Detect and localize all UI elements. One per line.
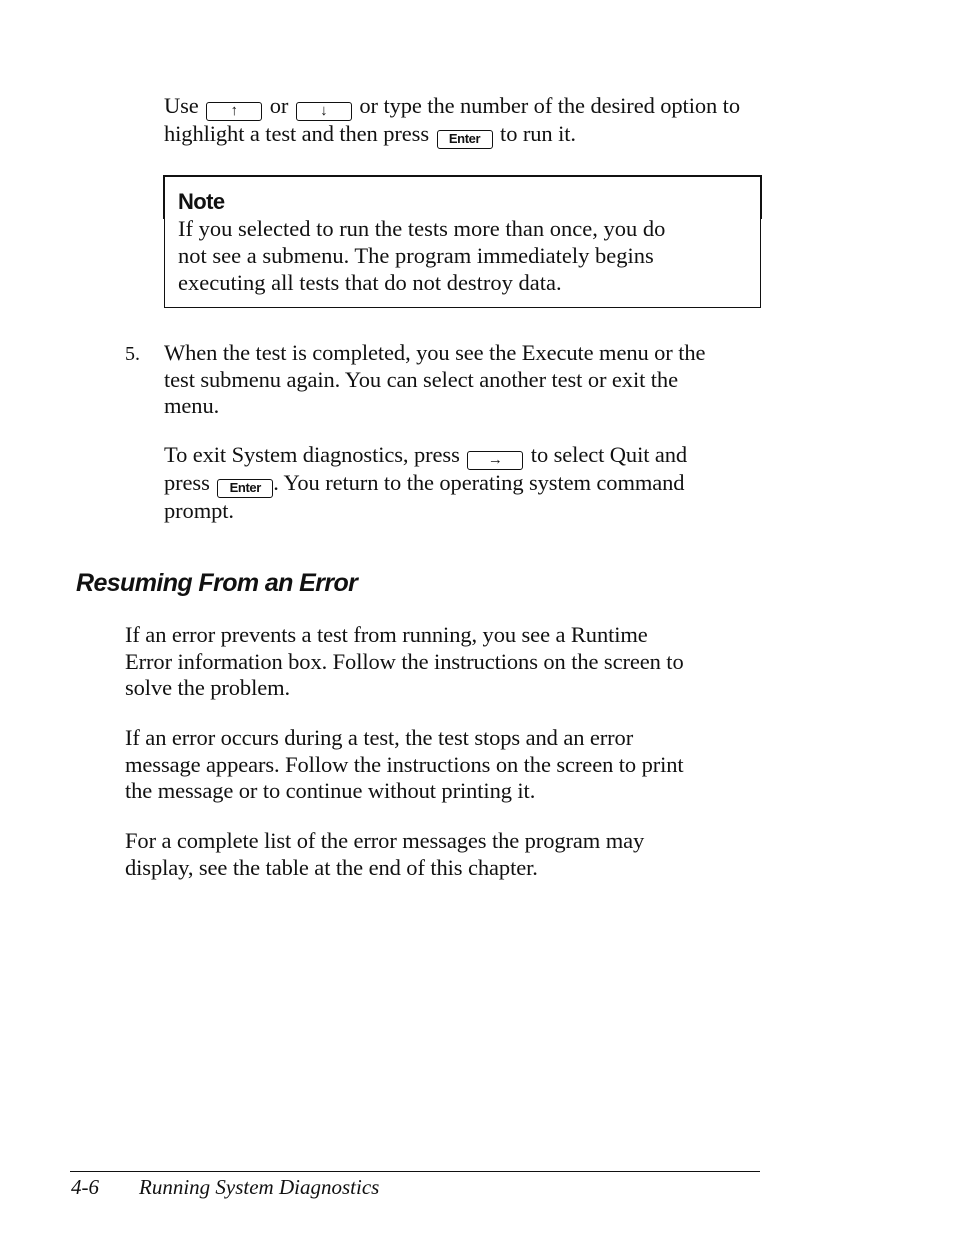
intro-paragraph: Use ↑ or ↓ or type the number of the des…: [164, 93, 740, 149]
note-box: Note If you selected to run the tests mo…: [163, 175, 762, 308]
intro-line-2: highlight a test and then press Enter to…: [164, 121, 740, 149]
exit-text: to select Quit and: [530, 442, 688, 467]
note-line: not see a submenu. The program immediate…: [178, 243, 654, 268]
note-line: executing all tests that do not destroy …: [178, 270, 562, 295]
intro-text: to run it.: [500, 121, 576, 146]
intro-text: or: [269, 93, 289, 118]
section-paragraph: If an error prevents a test from running…: [125, 622, 684, 702]
exit-paragraph: To exit System diagnostics, press → to s…: [164, 442, 687, 525]
note-body: If you selected to run the tests more th…: [178, 215, 748, 296]
intro-line-1: Use ↑ or ↓ or type the number of the des…: [164, 93, 740, 121]
paragraph-line: the message or to continue without print…: [125, 778, 536, 803]
footer-rule: [70, 1171, 760, 1172]
paragraph-line: If an error occurs during a test, the te…: [125, 725, 634, 750]
note-box-edge: [163, 175, 165, 219]
step-5-text: When the test is completed, you see the …: [164, 340, 706, 420]
step-line: menu.: [164, 393, 220, 418]
intro-text: highlight a test and then press: [164, 121, 429, 146]
enter-key-icon: Enter: [217, 479, 274, 498]
exit-line-2: press Enter. You return to the operating…: [164, 470, 687, 498]
enter-key-icon: Enter: [436, 130, 493, 149]
note-box-edge: [760, 175, 762, 219]
footer-page-number: 4-6: [71, 1175, 99, 1199]
section-paragraph: For a complete list of the error message…: [125, 828, 644, 881]
step-number: 5.: [125, 343, 140, 365]
footer-chapter-title: Running System Diagnostics: [139, 1175, 380, 1199]
exit-text: . You return to the operating system com…: [273, 470, 685, 495]
paragraph-line: message appears. Follow the instructions…: [125, 751, 684, 777]
paragraph-line: Error information box. Follow the instru…: [125, 648, 684, 674]
exit-line-1: To exit System diagnostics, press → to s…: [164, 442, 687, 470]
paragraph-line: solve the problem.: [125, 675, 291, 700]
down-arrow-key-icon: ↓: [295, 102, 352, 121]
section-heading: Resuming From an Error: [76, 569, 358, 597]
note-line: If you selected to run the tests more th…: [178, 216, 666, 241]
exit-text: To exit System diagnostics, press: [164, 442, 460, 467]
up-arrow-key-icon: ↑: [206, 102, 263, 121]
intro-text: Use: [164, 93, 199, 118]
step-line: test submenu again. You can select anoth…: [164, 366, 678, 392]
exit-text: press: [164, 470, 210, 495]
step-line: When the test is completed, you see the …: [164, 340, 706, 365]
paragraph-line: display, see the table at the end of thi…: [125, 854, 538, 880]
right-arrow-key-icon: →: [467, 451, 524, 470]
intro-text: or type the number of the desired option…: [359, 93, 740, 118]
exit-line-3: prompt.: [164, 498, 234, 523]
paragraph-line: For a complete list of the error message…: [125, 828, 645, 853]
note-title: Note: [178, 189, 225, 214]
section-paragraph: If an error occurs during a test, the te…: [125, 725, 684, 805]
paragraph-line: If an error prevents a test from running…: [125, 622, 648, 647]
